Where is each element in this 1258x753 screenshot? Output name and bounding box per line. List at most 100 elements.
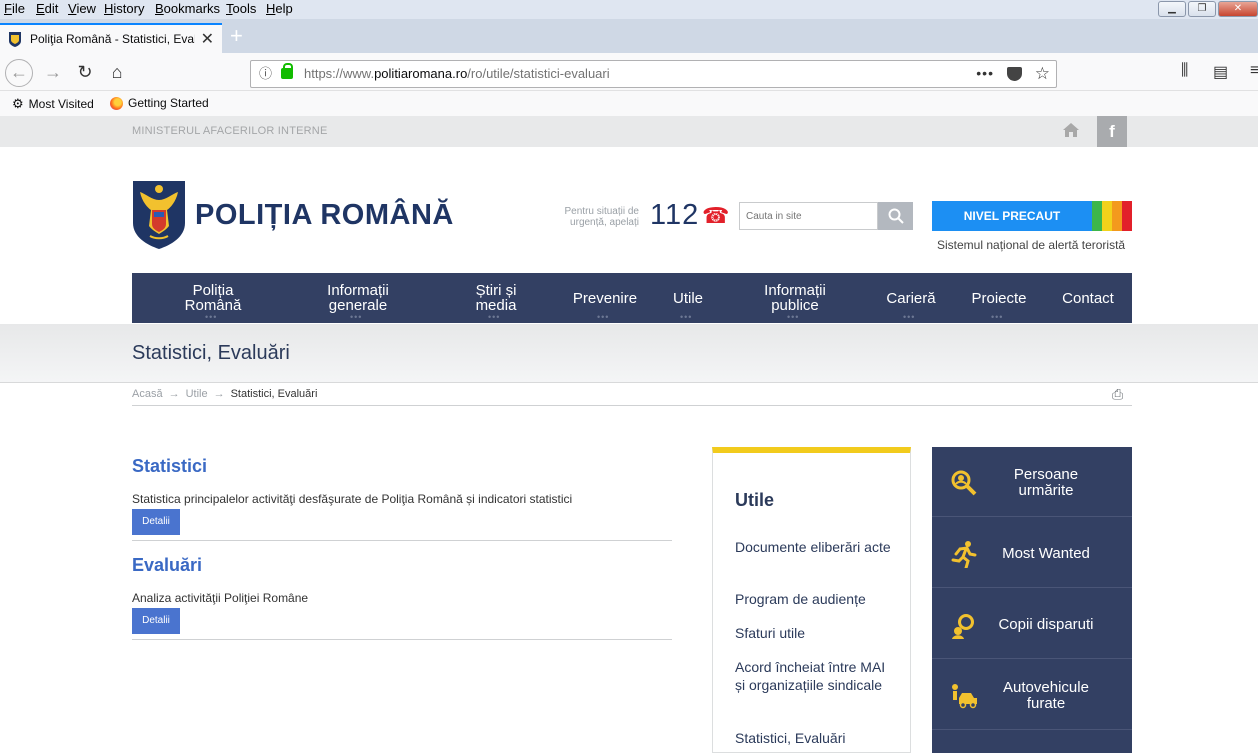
nav-item-contact[interactable]: Contact bbox=[1060, 273, 1116, 323]
police-crest-favicon-icon bbox=[9, 32, 21, 47]
utile-link-program-audiente[interactable]: Program de audiențe bbox=[735, 590, 895, 608]
utile-link-documente[interactable]: Documente eliberări acte bbox=[735, 538, 895, 556]
search-button[interactable] bbox=[878, 202, 913, 230]
details-button-evaluari[interactable]: Detalii bbox=[132, 608, 180, 634]
home-icon[interactable] bbox=[1062, 122, 1082, 142]
nav-item-utile[interactable]: Utile ••• bbox=[664, 273, 712, 323]
facebook-icon[interactable]: f bbox=[1097, 116, 1127, 147]
breadcrumb-home[interactable]: Acasă bbox=[132, 388, 163, 400]
quick-links-panel: Persoane urmărite Most Wanted Copii disp… bbox=[932, 447, 1132, 753]
submenu-dots-icon: ••• bbox=[350, 312, 363, 322]
nav-item-stiri-media[interactable]: Știri și media ••• bbox=[468, 273, 524, 323]
forward-button[interactable]: → bbox=[41, 61, 65, 85]
ministry-label[interactable]: MINISTERUL AFACERILOR INTERNE bbox=[132, 125, 327, 137]
back-button[interactable]: ← bbox=[5, 59, 33, 87]
new-tab-icon[interactable]: + bbox=[230, 23, 243, 49]
menu-bookmarks[interactable]: Bookmarks bbox=[155, 1, 220, 16]
menu-file[interactable]: File bbox=[4, 1, 25, 16]
utile-link-statistici[interactable]: Statistici, Evaluări bbox=[735, 729, 895, 747]
library-icon[interactable]: ⫼ bbox=[1181, 62, 1188, 80]
close-tab-icon[interactable]: ✕ bbox=[201, 29, 214, 49]
search-person-icon bbox=[950, 469, 978, 497]
section-desc-statistici: Statistica principalelor activităţi desf… bbox=[132, 492, 573, 506]
url-text: https://www.politiaromana.ro/ro/utile/st… bbox=[304, 66, 610, 81]
section-desc-evaluari: Analiza activităţii Poliţiei Române bbox=[132, 591, 309, 605]
print-icon[interactable]: ⎙ bbox=[1112, 386, 1123, 403]
nav-item-cariera[interactable]: Carieră ••• bbox=[880, 273, 942, 323]
menu-bar: File Edit View History Bookmarks Tools H… bbox=[0, 0, 1258, 19]
menu-history[interactable]: History bbox=[104, 1, 144, 16]
terror-alert-badge[interactable]: NIVEL PRECAUT bbox=[932, 201, 1132, 231]
alert-bar-green bbox=[1092, 201, 1102, 231]
breadcrumb-arrow-icon: → bbox=[213, 388, 225, 400]
alert-bar-yellow bbox=[1102, 201, 1112, 231]
stolen-car-icon bbox=[950, 682, 978, 710]
quick-link-label: Most Wanted bbox=[1002, 545, 1090, 562]
breadcrumb-current: Statistici, Evaluări bbox=[230, 388, 318, 400]
emergency-text: Pentru situații de urgență, apelați bbox=[564, 206, 640, 228]
utile-link-sfaturi[interactable]: Sfaturi utile bbox=[735, 624, 895, 642]
close-window-button[interactable]: ✕ bbox=[1218, 1, 1258, 17]
quick-link-label: Autovehicule furate bbox=[1003, 679, 1089, 712]
site-search bbox=[739, 202, 913, 230]
site-info-icon[interactable]: ⓘ bbox=[259, 61, 272, 87]
page-header: Statistici, Evaluări bbox=[0, 324, 1258, 383]
nav-item-prevenire[interactable]: Prevenire ••• bbox=[569, 273, 641, 323]
quick-link-label: Copii disparuti bbox=[998, 616, 1094, 633]
nav-item-informatii-publice[interactable]: Informații publice ••• bbox=[756, 273, 834, 323]
bookmark-most-visited[interactable]: ⚙ Most Visited bbox=[12, 96, 94, 112]
divider bbox=[132, 405, 1132, 406]
nav-item-politia-romana[interactable]: Poliția Română ••• bbox=[177, 273, 249, 323]
page-actions-icon[interactable]: ••• bbox=[976, 60, 994, 86]
nav-label: Utile bbox=[672, 289, 703, 307]
nav-label: Carieră bbox=[886, 289, 936, 307]
browser-tab[interactable]: Poliţia Română - Statistici, Eval ✕ bbox=[0, 23, 222, 53]
menu-tools[interactable]: Tools bbox=[226, 1, 256, 16]
firefox-icon bbox=[110, 96, 123, 110]
bookmark-getting-started[interactable]: Getting Started bbox=[110, 96, 209, 110]
tab-title: Poliţia Română - Statistici, Eval bbox=[30, 32, 195, 46]
alert-system-label: Sistemul național de alertă teroristă bbox=[937, 238, 1126, 252]
utile-link-acord[interactable]: Acord încheiat între MAI și organizațiil… bbox=[735, 658, 895, 694]
search-input[interactable] bbox=[739, 202, 878, 230]
utile-panel: Utile Documente eliberări acte Program d… bbox=[712, 447, 911, 753]
bookmark-star-icon[interactable]: ☆ bbox=[1035, 61, 1050, 87]
menu-edit[interactable]: Edit bbox=[36, 1, 58, 16]
nav-item-proiecte[interactable]: Proiecte ••• bbox=[964, 273, 1034, 323]
menu-icon[interactable]: ≡ bbox=[1250, 62, 1258, 80]
nav-item-informatii-generale[interactable]: Informații generale ••• bbox=[318, 273, 398, 323]
main-nav: Poliția Română ••• Informații generale •••… bbox=[132, 273, 1132, 323]
alert-level-bars bbox=[1092, 201, 1132, 231]
running-man-icon bbox=[950, 540, 978, 570]
quick-link-autovehicule-furate[interactable]: Autovehicule furate bbox=[932, 660, 1132, 730]
emergency-number: 112 bbox=[650, 199, 700, 231]
tab-strip: Poliţia Română - Statistici, Eval ✕ + bbox=[0, 19, 1258, 53]
reload-button[interactable]: ↻ bbox=[73, 61, 97, 85]
url-bar[interactable]: ⓘ https://www.politiaromana.ro/ro/utile/… bbox=[250, 60, 1057, 88]
minimize-button[interactable]: ▁ bbox=[1158, 1, 1186, 17]
quick-link-most-wanted[interactable]: Most Wanted bbox=[932, 518, 1132, 588]
alert-bar-orange bbox=[1112, 201, 1122, 231]
maximize-button[interactable]: ❐ bbox=[1188, 1, 1216, 17]
site-title[interactable]: POLIȚIA ROMÂNĂ bbox=[195, 199, 454, 232]
section-title-statistici[interactable]: Statistici bbox=[132, 456, 207, 477]
nav-label: Informații generale bbox=[327, 282, 389, 314]
submenu-dots-icon: ••• bbox=[787, 312, 800, 322]
pocket-icon[interactable] bbox=[1007, 67, 1022, 81]
sidebar-icon[interactable]: ▤ bbox=[1213, 62, 1228, 82]
quick-link-copii-disparuti[interactable]: Copii disparuti bbox=[932, 589, 1132, 659]
home-button[interactable]: ⌂ bbox=[105, 61, 129, 85]
section-title-evaluari[interactable]: Evaluări bbox=[132, 555, 202, 576]
nav-label: Proiecte bbox=[971, 289, 1027, 307]
gear-icon: ⚙ bbox=[12, 96, 24, 111]
search-icon bbox=[888, 208, 904, 224]
quick-link-persoane-urmarite[interactable]: Persoane urmărite bbox=[932, 447, 1132, 517]
breadcrumb-utile[interactable]: Utile bbox=[186, 388, 208, 400]
missing-child-icon bbox=[950, 611, 978, 639]
nav-label: Poliția Română bbox=[184, 282, 242, 314]
submenu-dots-icon: ••• bbox=[205, 312, 218, 322]
police-crest-logo-icon[interactable] bbox=[132, 180, 186, 250]
menu-view[interactable]: View bbox=[68, 1, 96, 16]
details-button-statistici[interactable]: Detalii bbox=[132, 509, 180, 535]
menu-help[interactable]: Help bbox=[266, 1, 293, 16]
